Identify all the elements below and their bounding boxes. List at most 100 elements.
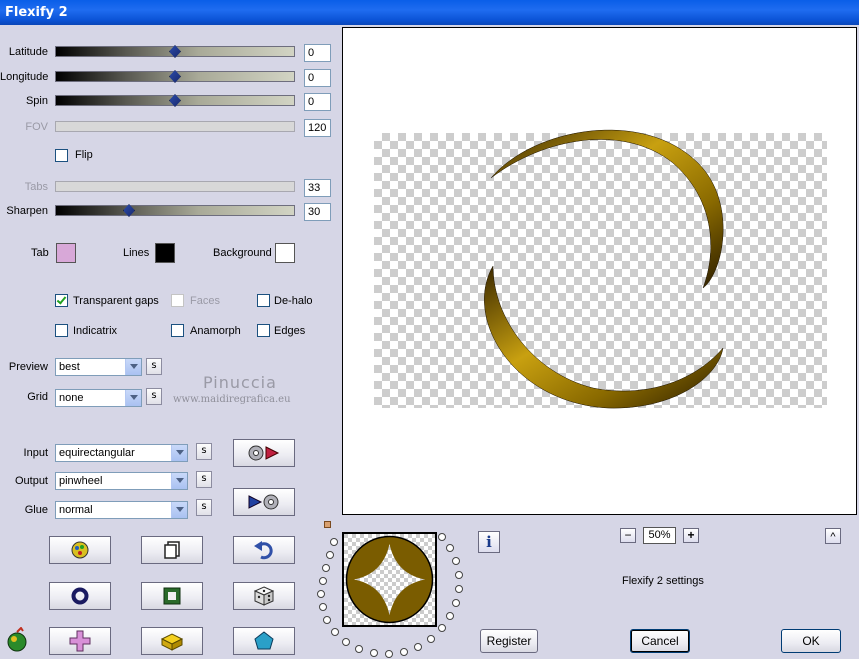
preview-s-button[interactable]: s — [146, 358, 162, 375]
anamorph-checkbox[interactable] — [171, 324, 184, 337]
chevron-down-icon[interactable] — [125, 390, 141, 406]
sharpen-slider-thumb[interactable] — [123, 204, 135, 217]
orientation-dot[interactable] — [446, 544, 454, 552]
input-label: Input — [23, 447, 48, 459]
grid-s-button[interactable]: s — [146, 388, 162, 405]
edges-checkbox[interactable] — [257, 324, 270, 337]
tabs-slider[interactable] — [55, 181, 295, 192]
grid-select[interactable]: none — [55, 389, 142, 407]
info-button[interactable]: i — [478, 531, 500, 553]
sharpen-slider[interactable] — [55, 204, 295, 217]
watermark-name: Pinuccia — [203, 373, 277, 392]
faces-checkbox[interactable] — [171, 294, 184, 307]
tab-color-swatch[interactable] — [56, 243, 76, 263]
chevron-down-icon[interactable] — [171, 473, 187, 489]
sharpen-input[interactable]: 30 — [304, 203, 331, 221]
orientation-dot[interactable] — [330, 538, 338, 546]
orientation-dot[interactable] — [331, 628, 339, 636]
indicatrix-checkbox[interactable] — [55, 324, 68, 337]
transfer-to-input-button[interactable] — [233, 488, 295, 516]
orientation-dot[interactable] — [414, 643, 422, 651]
input-select[interactable]: equirectangular — [55, 444, 188, 462]
cancel-button[interactable]: Cancel — [630, 629, 690, 653]
latitude-slider-thumb[interactable] — [169, 45, 181, 58]
orientation-dot[interactable] — [452, 599, 460, 607]
transfer-to-output-button[interactable] — [233, 439, 295, 467]
orientation-dot[interactable] — [438, 533, 446, 541]
orientation-dot[interactable] — [355, 645, 363, 653]
fov-slider[interactable] — [55, 121, 295, 132]
preview-canvas[interactable] — [342, 27, 857, 515]
latitude-slider[interactable] — [55, 45, 295, 58]
spin-slider[interactable] — [55, 94, 295, 107]
copy-button[interactable] — [141, 536, 203, 564]
edges-label: Edges — [274, 325, 306, 337]
orientation-dot[interactable] — [326, 551, 334, 559]
orientation-dot[interactable] — [427, 635, 435, 643]
tabs-input[interactable]: 33 — [304, 179, 331, 197]
orientation-dot[interactable] — [319, 577, 327, 585]
zoom-out-button[interactable]: − — [620, 528, 636, 543]
randomize-button[interactable] — [233, 582, 295, 610]
longitude-slider-thumb[interactable] — [169, 70, 181, 83]
output-label: Output — [14, 475, 48, 487]
output-s-button[interactable]: s — [196, 471, 212, 488]
input-select-value: equirectangular — [59, 447, 135, 459]
orientation-dot[interactable] — [319, 603, 327, 611]
orientation-dot[interactable] — [342, 638, 350, 646]
preview-select[interactable]: best — [55, 358, 142, 376]
orientation-dot[interactable] — [322, 564, 330, 572]
zoom-in-button[interactable]: + — [683, 528, 699, 543]
caret-up-icon: ^ — [830, 531, 836, 543]
latitude-input[interactable]: 0 — [304, 44, 331, 62]
orientation-dot[interactable] — [446, 612, 454, 620]
orientation-dot[interactable] — [323, 616, 331, 624]
undo-button[interactable] — [233, 536, 295, 564]
zoom-level[interactable]: 50% — [643, 527, 676, 544]
longitude-slider[interactable] — [55, 70, 295, 83]
thumbnail-preview[interactable] — [342, 532, 437, 627]
longitude-input[interactable]: 0 — [304, 69, 331, 87]
ok-button[interactable]: OK — [781, 629, 841, 653]
transparent-gaps-checkbox[interactable] — [55, 294, 68, 307]
spin-slider-thumb[interactable] — [169, 94, 181, 107]
fov-input[interactable]: 120 — [304, 119, 331, 137]
settings-name: Flexify 2 settings — [622, 575, 704, 587]
glue-select[interactable]: normal — [55, 501, 188, 519]
brick-icon — [160, 633, 184, 651]
cross-button[interactable] — [49, 627, 111, 655]
chevron-down-icon[interactable] — [171, 445, 187, 461]
preview-image — [484, 129, 724, 409]
orientation-dot[interactable] — [385, 650, 393, 658]
lines-color-swatch[interactable] — [155, 243, 175, 263]
orientation-dot[interactable] — [455, 585, 463, 593]
chevron-down-icon[interactable] — [125, 359, 141, 375]
fov-label: FOV — [25, 121, 48, 133]
input-s-button[interactable]: s — [196, 443, 212, 460]
title-bar[interactable]: Flexify 2 — [0, 0, 859, 25]
orientation-dot[interactable] — [438, 624, 446, 632]
register-button[interactable]: Register — [480, 629, 538, 653]
frame-button[interactable] — [141, 582, 203, 610]
flip-checkbox[interactable] — [55, 149, 68, 162]
orientation-dot[interactable] — [455, 571, 463, 579]
ring-button[interactable] — [49, 582, 111, 610]
orientation-dot[interactable] — [317, 590, 325, 598]
latitude-label: Latitude — [8, 46, 48, 58]
de-halo-checkbox[interactable] — [257, 294, 270, 307]
brick-button[interactable] — [141, 627, 203, 655]
background-color-swatch[interactable] — [275, 243, 295, 263]
window-title: Flexify 2 — [5, 5, 68, 20]
expand-button[interactable]: ^ — [825, 528, 841, 544]
orientation-dot[interactable] — [370, 649, 378, 657]
orientation-dot[interactable] — [452, 557, 460, 565]
randomize-colors-button[interactable] — [49, 536, 111, 564]
pentagon-button[interactable] — [233, 627, 295, 655]
orientation-dot[interactable] — [400, 648, 408, 656]
chevron-down-icon[interactable] — [171, 502, 187, 518]
output-select[interactable]: pinwheel — [55, 472, 188, 490]
spin-input[interactable]: 0 — [304, 93, 331, 111]
glue-label: Glue — [24, 504, 48, 516]
glue-s-button[interactable]: s — [196, 499, 212, 516]
orientation-handle[interactable] — [324, 521, 331, 528]
